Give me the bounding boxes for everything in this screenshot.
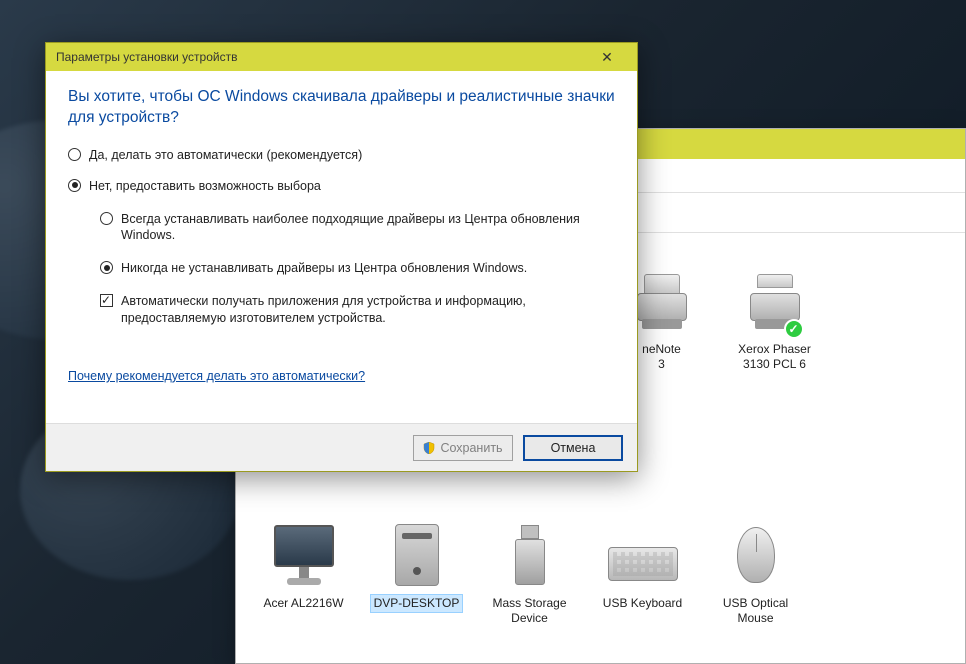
radio-label: Никогда не устанавливать драйверы из Цен… <box>121 260 615 277</box>
usb-drive-icon <box>515 525 545 585</box>
device-label: Acer AL2216W <box>263 596 343 610</box>
cancel-button[interactable]: Отмена <box>523 435 623 461</box>
checkbox-icon <box>100 294 113 307</box>
radio-choose[interactable]: Нет, предоставить возможность выбора <box>68 178 615 195</box>
device-xerox-phaser[interactable]: ✓ Xerox Phaser 3130 PCL 6 <box>727 261 822 373</box>
radio-icon <box>100 212 113 225</box>
device-label: USB Optical Mouse <box>723 596 788 625</box>
checkmark-badge-icon: ✓ <box>784 319 804 339</box>
dialog-heading: Вы хотите, чтобы ОС Windows скачивала др… <box>68 87 615 129</box>
sub-options-group: Всегда устанавливать наиболее подходящие… <box>100 211 615 327</box>
device-install-settings-dialog: Параметры установки устройств ✕ Вы хотит… <box>45 42 638 472</box>
pc-tower-icon <box>395 524 439 586</box>
device-label: USB Keyboard <box>603 596 682 610</box>
device-mass-storage[interactable]: Mass Storage Device <box>482 515 577 627</box>
shield-icon <box>423 442 435 454</box>
radio-icon <box>100 261 113 274</box>
radio-sub-never[interactable]: Никогда не устанавливать драйверы из Цен… <box>100 260 615 277</box>
radio-icon <box>68 179 81 192</box>
device-label: DVP-DESKTOP <box>374 596 460 610</box>
checkbox-auto-apps[interactable]: Автоматически получать приложения для ус… <box>100 293 615 327</box>
dialog-titlebar[interactable]: Параметры установки устройств ✕ <box>46 43 637 71</box>
button-label: Отмена <box>551 441 596 455</box>
mouse-icon <box>737 527 775 583</box>
printer-icon <box>632 274 692 329</box>
close-button[interactable]: ✕ <box>587 46 627 68</box>
monitor-icon <box>272 525 336 585</box>
checkbox-label: Автоматически получать приложения для ус… <box>121 293 615 327</box>
radio-auto[interactable]: Да, делать это автоматически (рекомендуе… <box>68 147 615 164</box>
device-label: Xerox Phaser 3130 PCL 6 <box>738 342 811 371</box>
radio-label: Да, делать это автоматически (рекомендуе… <box>89 147 615 164</box>
device-label: neNote 3 <box>642 342 681 371</box>
radio-icon <box>68 148 81 161</box>
keyboard-icon <box>608 547 678 581</box>
dialog-title: Параметры установки устройств <box>56 50 237 64</box>
device-keyboard[interactable]: USB Keyboard <box>595 515 690 627</box>
device-monitor[interactable]: Acer AL2216W <box>256 515 351 627</box>
dialog-button-bar: Сохранить Отмена <box>46 423 637 471</box>
radio-sub-always[interactable]: Всегда устанавливать наиболее подходящие… <box>100 211 615 245</box>
why-auto-link[interactable]: Почему рекомендуется делать это автомати… <box>68 369 365 383</box>
device-label: Mass Storage Device <box>492 596 566 625</box>
dialog-body: Вы хотите, чтобы ОС Windows скачивала др… <box>46 71 637 423</box>
device-pc-tower[interactable]: DVP-DESKTOP <box>369 515 464 627</box>
button-label: Сохранить <box>440 441 502 455</box>
save-button[interactable]: Сохранить <box>413 435 513 461</box>
close-icon: ✕ <box>601 49 613 66</box>
device-mouse[interactable]: USB Optical Mouse <box>708 515 803 627</box>
radio-label: Нет, предоставить возможность выбора <box>89 178 615 195</box>
radio-label: Всегда устанавливать наиболее подходящие… <box>121 211 615 245</box>
